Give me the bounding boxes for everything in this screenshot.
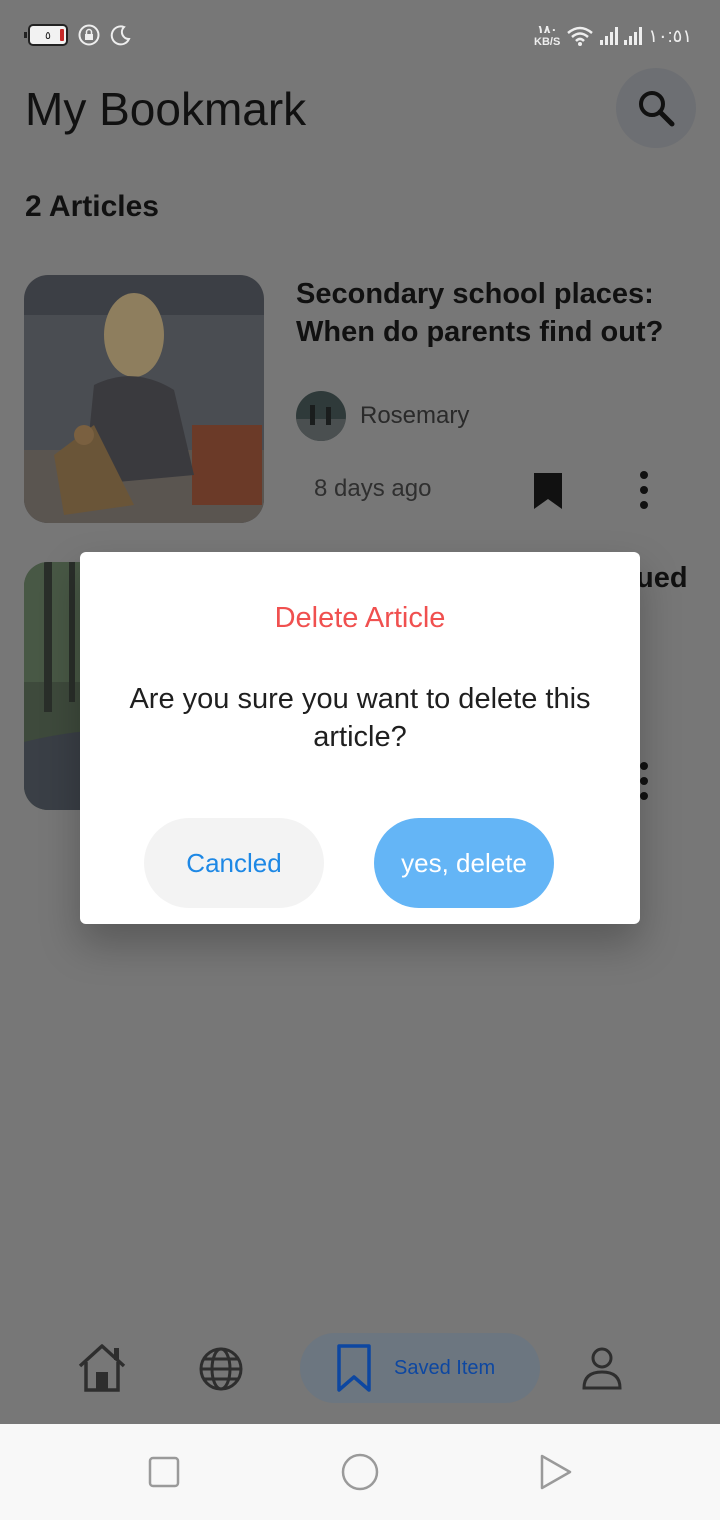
net-speed: ١٨٠ KB/S (534, 24, 560, 48)
bookmark-filled-icon[interactable] (530, 471, 566, 511)
article-thumbnail[interactable] (24, 275, 264, 523)
status-left: ٥ (24, 24, 132, 46)
recents-icon[interactable] (148, 1456, 180, 1488)
author-name: Rosemary (360, 402, 470, 429)
clock: ١٠:٥١ (648, 25, 692, 46)
article-title-fragment: ued (636, 562, 688, 594)
globe-icon[interactable] (198, 1346, 244, 1392)
dialog-title: Delete Article (274, 602, 446, 634)
net-speed-unit: KB/S (534, 36, 561, 48)
bookmark-icon (337, 1344, 371, 1392)
page-title: My Bookmark (25, 83, 307, 135)
author-row: Rosemary (296, 391, 469, 441)
article-card[interactable]: Secondary school places: When do parents… (24, 275, 696, 525)
back-icon[interactable] (538, 1454, 574, 1490)
nav-saved-label: Saved Item (394, 1356, 496, 1379)
home-icon[interactable] (74, 1342, 130, 1394)
status-right: ١٨٠ KB/S ١٠:٥١ (534, 24, 692, 48)
avatar (296, 391, 346, 441)
signal-icon-2 (624, 27, 643, 45)
battery-level: ٥ (45, 29, 51, 42)
delete-dialog: Delete Article Are you sure you want to … (80, 552, 640, 924)
more-options-icon[interactable] (634, 471, 654, 509)
profile-icon[interactable] (580, 1346, 624, 1390)
confirm-delete-button[interactable]: yes, delete (374, 818, 554, 908)
article-title[interactable]: Secondary school places: When do parents… (296, 275, 696, 351)
lock-rotation-icon (78, 24, 100, 46)
bottom-navigation: Saved Item (0, 1330, 720, 1410)
wifi-icon (567, 26, 594, 46)
article-image (24, 275, 264, 523)
net-speed-value: ١٨٠ (537, 24, 558, 36)
status-bar: ٥ ١٨٠ KB/S ١٠:٥١ (0, 0, 720, 72)
system-navigation-bar (0, 1424, 720, 1520)
article-count: 2 Articles (25, 190, 159, 223)
search-icon (639, 91, 675, 127)
article-time: 8 days ago (314, 475, 432, 502)
dialog-message: Are you sure you want to delete this art… (129, 683, 591, 753)
moon-icon (110, 25, 131, 46)
battery-icon: ٥ (24, 24, 68, 46)
signal-icon-1 (600, 27, 619, 45)
nav-saved-item[interactable]: Saved Item (300, 1333, 540, 1403)
cancel-button[interactable]: Cancled (144, 818, 324, 908)
search-button[interactable] (616, 68, 696, 148)
home-button-icon[interactable] (340, 1452, 380, 1492)
